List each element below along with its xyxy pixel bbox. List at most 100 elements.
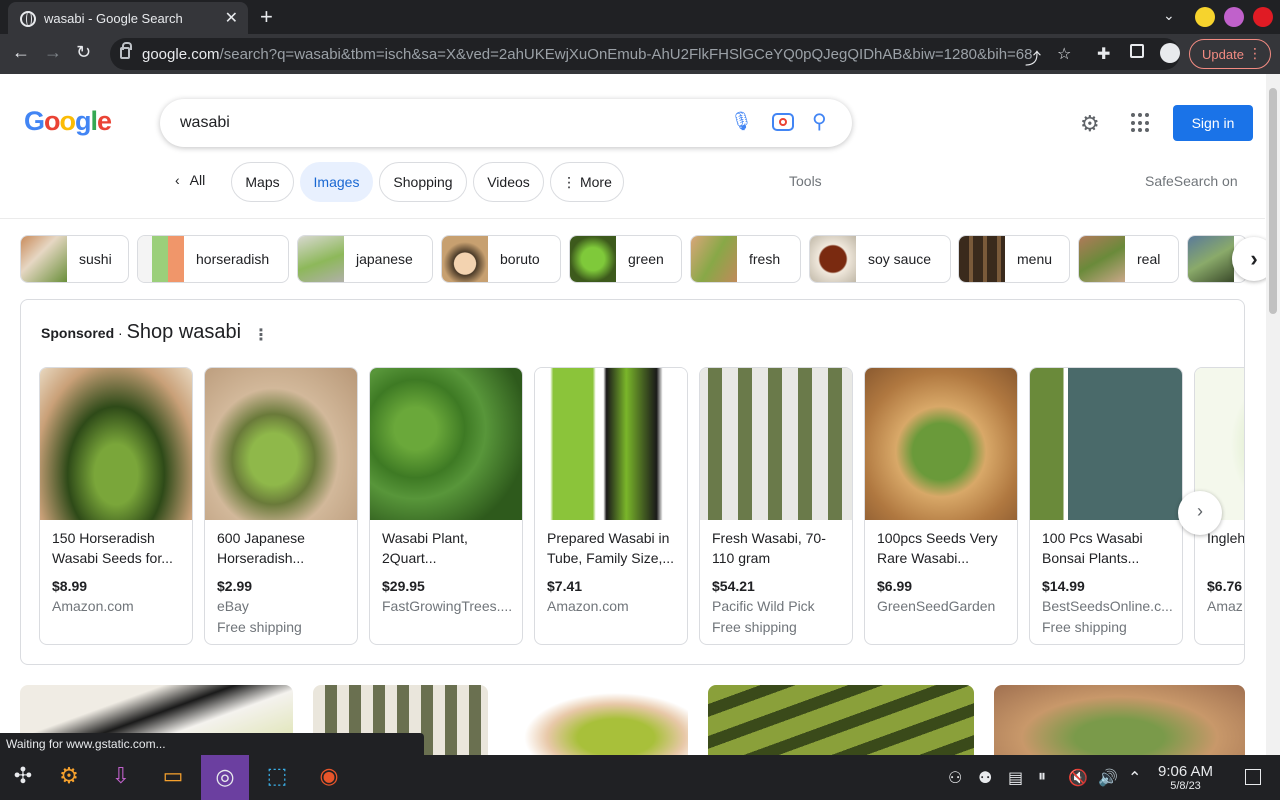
clipboard-icon[interactable]: ▤ [1008,768,1023,788]
related-chip-boruto[interactable]: boruto [441,235,561,283]
new-tab-button[interactable]: + [260,4,273,30]
product-card[interactable]: 100pcs Seeds Very Rare Wasabi... $6.99 G… [864,367,1018,645]
tab-title: wasabi - Google Search [44,11,183,26]
chip-thumbnail [691,236,737,282]
discover-store-icon[interactable]: ⇩ [106,763,136,793]
microphone-icon[interactable]: 🎙 [730,111,753,132]
related-chip-green[interactable]: green [569,235,682,283]
sign-in-button[interactable]: Sign in [1173,105,1253,141]
network-users-icon[interactable]: ⚉ [978,768,992,788]
chip-thumbnail [1079,236,1125,282]
profile-avatar-icon[interactable] [1160,43,1180,63]
chip-thumbnail [959,236,1005,282]
tray-expand-chevron-icon[interactable]: ⌃ [1128,768,1141,788]
related-chip-real[interactable]: real [1078,235,1179,283]
extensions-icon[interactable]: ✚ [1097,44,1110,64]
forward-arrow-icon[interactable]: → [44,42,62,63]
filter-videos[interactable]: Videos [473,162,544,202]
product-card[interactable]: 600 Japanese Horseradish... $2.99 eBay F… [204,367,358,645]
update-button[interactable]: Update ⋮ [1189,39,1271,69]
url-text: google.com/search?q=wasabi&tbm=isch&sa=X… [142,46,1032,63]
product-card[interactable]: Fresh Wasabi, 70-110 gram $54.21 Pacific… [699,367,853,645]
show-desktop-icon[interactable] [1245,769,1261,785]
app-launcher-icon[interactable]: ✣ [8,763,38,793]
more-dots-icon: ⋮ [562,174,580,190]
tab-search-chevron-icon[interactable]: ⌄ [1163,7,1175,24]
minimize-window-button[interactable] [1195,7,1215,27]
google-doodle-logo[interactable]: Google [24,106,112,137]
related-chip-menu[interactable]: menu [958,235,1070,283]
image-result[interactable] [994,685,1245,760]
product-image [865,368,1017,520]
window-manager-icon[interactable]: ⬚ [262,763,292,793]
chip-thumbnail [298,236,344,282]
page-scrollbar[interactable] [1266,74,1280,755]
shop-options-kebab-icon[interactable]: ⋮ [253,325,269,345]
kebab-menu-icon[interactable]: ⋮ [1248,45,1262,62]
product-image [370,368,522,520]
chrome-browser-icon[interactable]: ◎ [201,755,249,800]
shop-panel: Sponsored · Shop wasabi ⋮ 150 Horseradis… [20,299,1245,665]
related-chip-japanese[interactable]: japanese [297,235,433,283]
file-manager-icon[interactable]: ▭ [158,763,188,793]
product-card[interactable]: Wasabi Plant, 2Quart... $29.95 FastGrowi… [369,367,523,645]
mic-muted-icon[interactable]: 🔇 [1068,768,1088,788]
shop-heading: Sponsored · Shop wasabi [41,321,242,343]
related-chip-soy-sauce[interactable]: soy sauce [809,235,951,283]
filter-images[interactable]: Images [300,162,373,202]
image-result[interactable] [508,685,688,760]
close-window-button[interactable] [1253,7,1273,27]
search-icon[interactable]: ⚲ [812,109,827,134]
browser-tab-bar: wasabi - Google Search ✕ + ⌄ [0,0,1280,34]
product-card[interactable]: 150 Horseradish Wasabi Seeds for... $8.9… [39,367,193,645]
camera-lens-icon[interactable] [772,113,794,131]
safesearch-button[interactable]: SafeSearch on [1145,173,1238,189]
share-icon[interactable]: ⤴ [1025,45,1041,69]
product-image [40,368,192,520]
system-clock[interactable]: 9:06 AM 5/8/23 [1158,763,1213,792]
filter-more[interactable]: ⋮ More [550,162,624,202]
settings-gear-icon[interactable]: ⚙ [1080,111,1100,137]
product-card[interactable]: Prepared Wasabi in Tube, Family Size,...… [534,367,688,645]
search-box[interactable]: wasabi 🎙 ⚲ [160,99,852,147]
product-image [700,368,852,520]
browser-toolbar: ← → ↻ google.com/search?q=wasabi&tbm=isc… [0,34,1280,74]
volume-icon[interactable]: 🔊 [1098,768,1118,788]
chip-thumbnail [570,236,616,282]
media-pause-icon[interactable]: ⏸ [1038,768,1046,786]
google-apps-icon[interactable] [1131,113,1151,133]
close-tab-icon[interactable]: ✕ [225,8,238,28]
product-image [1030,368,1182,520]
back-arrow-icon[interactable]: ← [12,42,30,63]
side-panel-icon[interactable] [1130,44,1144,58]
reload-icon[interactable]: ↻ [76,42,91,63]
globe-icon [20,11,36,27]
system-settings-icon[interactable]: ⚙ [54,763,84,793]
address-bar[interactable]: google.com/search?q=wasabi&tbm=isch&sa=X… [110,38,1180,70]
chip-thumbnail [442,236,488,282]
bookmark-star-icon[interactable]: ☆ [1057,44,1071,64]
filter-shopping[interactable]: Shopping [379,162,467,202]
browser-status-bar: Waiting for www.gstatic.com... [0,733,424,755]
product-card[interactable]: 100 Pcs Wasabi Bonsai Plants... $14.99 B… [1029,367,1183,645]
search-input[interactable]: wasabi [180,114,230,132]
chip-thumbnail [810,236,856,282]
browser-tab[interactable]: wasabi - Google Search ✕ [8,2,248,34]
related-chip-sushi[interactable]: sushi [20,235,129,283]
chip-thumbnail [1188,236,1234,282]
related-chip-fresh[interactable]: fresh [690,235,801,283]
lock-icon [120,42,132,59]
chip-thumbnail [21,236,67,282]
filter-maps[interactable]: Maps [231,162,294,202]
related-chip-horseradish[interactable]: horseradish [137,235,289,283]
shop-next-chevron-icon[interactable]: › [1178,491,1222,535]
image-result[interactable] [708,685,974,760]
chip-thumbnail [138,236,184,282]
all-filter-back[interactable]: ‹ All [175,172,205,188]
tools-button[interactable]: Tools [789,173,822,189]
firefox-icon[interactable]: ◉ [314,763,344,793]
maximize-window-button[interactable] [1224,7,1244,27]
user-icon[interactable]: ⚇ [948,768,962,788]
header-divider [0,218,1265,219]
scrollbar-thumb[interactable] [1269,88,1277,314]
